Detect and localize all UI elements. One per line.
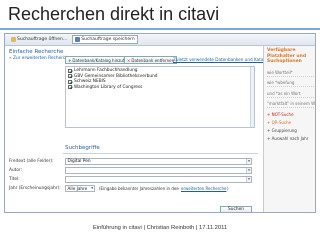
database-list-scrollbar[interactable] — [250, 67, 254, 127]
database-name: Washington Library of Congress — [74, 84, 143, 90]
year-label: Jahr (Erscheinungsjahr): — [9, 186, 61, 191]
freetext-label: Freitext (alle Felder): — [9, 159, 54, 164]
list-item: wie *wbefung — [267, 80, 314, 87]
year-selection-option[interactable]: + Auswahl nach Jahr — [267, 136, 314, 142]
freetext-input[interactable]: Digital Pen ▾ — [65, 158, 252, 165]
list-item: wie Wortteil* — [267, 70, 314, 77]
year-value: Alle Jahre — [67, 186, 88, 191]
recent-databases-link[interactable]: Zuletzt verwendete Datenbanken und Katal… — [173, 57, 272, 62]
save-search-button[interactable]: Suchauftrage speichern — [72, 35, 138, 44]
grouping-label: + Gruppierung — [267, 128, 297, 133]
database-name: Schweiz NEBIS — [74, 79, 106, 85]
simple-search-heading: Einfache Recherche — [9, 49, 64, 55]
list-item: "marktfalt" in seinem Wort — [267, 101, 316, 108]
chevron-down-icon: ▾ — [91, 186, 93, 190]
advanced-search-link[interactable]: » Zur erweiterten Recherche — [9, 56, 71, 61]
chevron-down-icon[interactable]: ▾ — [246, 159, 251, 164]
section-divider — [63, 153, 258, 154]
author-label: Autor: — [9, 168, 23, 173]
slide-title: Recherchen direkt in citavi — [8, 4, 220, 24]
or-search-label: + OR-Suche — [267, 120, 292, 125]
chevron-down-icon[interactable]: ▾ — [246, 177, 251, 182]
save-search-label: Suchauftrage speichern — [81, 37, 135, 42]
slide-footer: Einführung in citavi | Christian Reinbot… — [92, 225, 228, 231]
search-button[interactable]: Suchen — [220, 206, 252, 212]
title-label: Titel: — [9, 177, 20, 182]
chevron-down-icon[interactable]: ▾ — [246, 168, 251, 173]
database-name: GBV Gemeinsamer Bibliotheksverbund — [74, 73, 158, 79]
year-selection-label: + Auswahl nach Jahr — [267, 136, 309, 141]
search-panel: Einfache Recherche » Zur erweiterten Rec… — [5, 46, 272, 212]
list-item[interactable]: Washington Library of Congress — [68, 85, 252, 91]
save-icon — [75, 37, 81, 42]
title-rule — [0, 28, 320, 30]
year-hint: (Eingabe bekannter Jahreszahlen in der — [99, 186, 179, 191]
year-hint-end: ) — [227, 186, 229, 191]
add-database-icon: + — [68, 57, 72, 63]
or-search-option[interactable]: + OR-Suche — [267, 120, 314, 126]
database-name: Lehrmann Fachbuchhandlung — [74, 68, 138, 74]
search-options-title: Verfügbare Platzhalter und Suchoptionen — [267, 48, 307, 64]
author-row: Autor: ▾ — [5, 167, 263, 175]
database-checkbox[interactable] — [68, 85, 72, 90]
database-checkbox[interactable] — [68, 74, 72, 79]
remove-database-button[interactable]: × Datenbank entfernen — [124, 56, 178, 64]
citavi-window: Suchauftrage öffnen... Suchauftrage spei… — [4, 33, 316, 213]
author-input[interactable]: ▾ — [65, 167, 252, 174]
freetext-value: Digital Pen — [67, 159, 91, 164]
open-search-label: Suchauftrage öffnen... — [17, 37, 68, 42]
freetext-row: Freitext (alle Felder): Digital Pen ▾ — [5, 158, 263, 166]
open-search-button[interactable]: Suchauftrage öffnen... — [8, 35, 70, 44]
grouping-option[interactable]: + Gruppierung — [267, 128, 314, 134]
list-item: und *as ein Wort — [267, 91, 314, 98]
search-terms-heading: Suchbegriffe — [65, 145, 100, 151]
not-search-label: + NOT-Suche — [267, 112, 294, 117]
title-input[interactable]: ▾ — [65, 176, 252, 183]
toolbar: Suchauftrage öffnen... Suchauftrage spei… — [5, 34, 315, 46]
database-checkbox[interactable] — [68, 68, 72, 73]
database-list: Lehrmann Fachbuchhandlung GBV Gemeinsame… — [65, 66, 255, 128]
folder-icon — [11, 37, 16, 42]
title-row: Titel: ▾ — [5, 176, 263, 184]
year-select[interactable]: Alle Jahre ▾ — [65, 185, 95, 192]
search-options-panel: Verfügbare Platzhalter und Suchoptionen … — [263, 46, 316, 212]
not-search-option[interactable]: + NOT-Suche — [267, 112, 314, 118]
remove-database-icon: × — [127, 57, 131, 63]
advanced-search-hint-link[interactable]: erweiterten Recherche — [181, 186, 226, 191]
database-checkbox[interactable] — [68, 79, 72, 84]
arrow-right-icon: » — [177, 186, 180, 191]
year-row: Jahr (Erscheinungsjahr): Alle Jahre ▾ (E… — [5, 185, 263, 193]
remove-database-label: Datenbank entfernen — [131, 57, 175, 63]
